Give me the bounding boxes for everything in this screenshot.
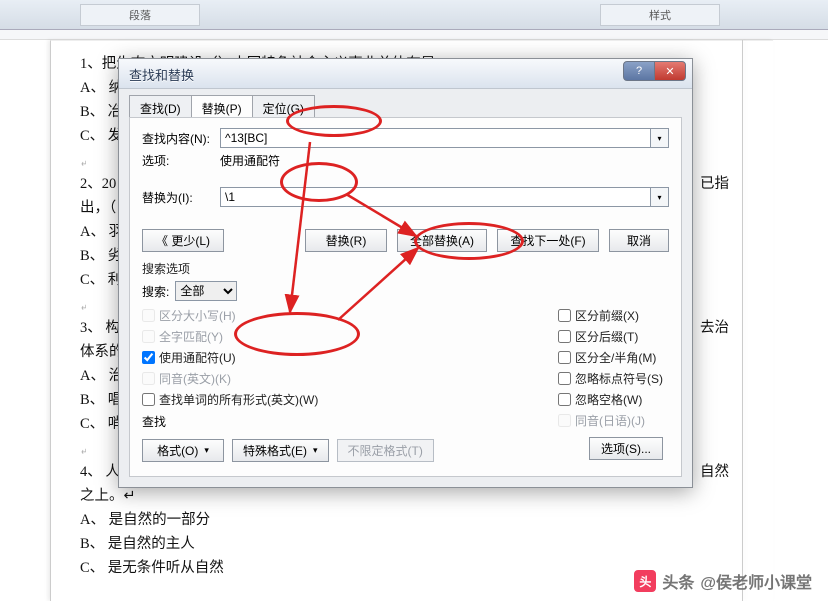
prefix-checkbox[interactable]: 区分前缀(X)	[558, 307, 663, 324]
document-text-line: B、 是自然的主人	[80, 532, 195, 553]
document-text-line: B、 劣	[80, 244, 122, 265]
ignore-punct-checkbox[interactable]: 忽略标点符号(S)	[558, 370, 663, 387]
whole-word-checkbox: 全字匹配(Y)	[142, 328, 318, 345]
document-page-right-edge	[742, 40, 743, 601]
document-text-line: 已指	[700, 172, 729, 193]
replace-all-button[interactable]: 全部替换(A)	[397, 229, 487, 252]
ruler	[0, 30, 828, 40]
watermark-handle: @侯老师小课堂	[700, 569, 812, 593]
document-text-line: 4、 人	[80, 460, 120, 481]
ribbon-bar: 段落 样式	[0, 0, 828, 30]
document-text-line: A、 纳	[80, 76, 123, 97]
document-text-line: ↵	[80, 299, 88, 316]
format-button[interactable]: 格式(O)	[142, 439, 224, 462]
replace-label: 替换为(I):	[142, 189, 220, 206]
find-next-button[interactable]: 查找下一处(F)	[497, 229, 599, 252]
help-button[interactable]: ?	[623, 61, 655, 81]
document-text-line: 去治	[700, 316, 729, 337]
replace-input[interactable]	[220, 187, 651, 207]
document-text-line: B、 唱	[80, 388, 122, 409]
full-half-checkbox[interactable]: 区分全/半角(M)	[558, 349, 663, 366]
suffix-checkbox[interactable]: 区分后缀(T)	[558, 328, 663, 345]
document-text-line: 体系的	[80, 340, 124, 361]
match-case-checkbox: 区分大小写(H)	[142, 307, 318, 324]
watermark-prefix: 头条	[662, 569, 694, 593]
all-forms-checkbox[interactable]: 查找单词的所有形式(英文)(W)	[142, 391, 318, 408]
replace-button[interactable]: 替换(R)	[305, 229, 387, 252]
replace-history-dropdown[interactable]: ▾	[651, 187, 669, 207]
less-button[interactable]: 《 更少(L)	[142, 229, 224, 252]
document-text-line: C、 利	[80, 268, 122, 289]
options-value: 使用通配符	[220, 152, 280, 169]
toutiao-logo-icon: 头	[634, 570, 656, 592]
wildcards-checkbox[interactable]: 使用通配符(U)	[142, 349, 318, 366]
document-text-line: 3、 构	[80, 316, 120, 337]
document-text-line: C、 是无条件听从自然	[80, 556, 224, 577]
document-text-line: A、 治	[80, 364, 123, 385]
find-history-dropdown[interactable]: ▾	[651, 128, 669, 148]
ribbon-section-styles: 样式	[600, 4, 720, 26]
find-label: 查找内容(N):	[142, 130, 220, 147]
options-button[interactable]: 选项(S)...	[589, 437, 663, 460]
document-text-line: ↵	[80, 155, 88, 172]
document-text-line: A、 羽	[80, 220, 123, 241]
options-label: 选项:	[142, 152, 220, 169]
dialog-title: 查找和替换	[129, 65, 194, 84]
ribbon-section-paragraph: 段落	[80, 4, 200, 26]
find-replace-dialog: 查找和替换 ? ✕ 查找(D) 替换(P) 定位(G) 查找内容(N): ▾ 选…	[118, 58, 693, 488]
watermark: 头 头条 @侯老师小课堂	[634, 569, 812, 593]
search-options-heading: 搜索选项	[142, 260, 669, 277]
document-text-line: ↵	[80, 443, 88, 460]
homophone-jp-checkbox: 同音(日语)(J)	[558, 412, 663, 429]
document-text-line: B、 冶	[80, 100, 122, 121]
document-text-line: C、 哨	[80, 412, 122, 433]
cancel-button[interactable]: 取消	[609, 229, 669, 252]
find-input[interactable]	[220, 128, 651, 148]
document-text-line: 2、20	[80, 172, 116, 193]
document-text-line: A、 是自然的一部分	[80, 508, 210, 529]
homophone-en-checkbox: 同音(英文)(K)	[142, 370, 318, 387]
document-text-line: C、 发	[80, 124, 122, 145]
document-text-line: 出，（	[80, 196, 116, 217]
close-button[interactable]: ✕	[654, 61, 686, 81]
dialog-panel: 查找内容(N): ▾ 选项: 使用通配符 替换为(I): ▾ 《 更少(L) 替…	[129, 117, 682, 477]
ignore-space-checkbox[interactable]: 忽略空格(W)	[558, 391, 663, 408]
search-scope-select[interactable]: 全部	[175, 281, 237, 301]
search-scope-label: 搜索:	[142, 283, 169, 300]
dialog-titlebar[interactable]: 查找和替换 ? ✕	[119, 59, 692, 89]
special-format-button[interactable]: 特殊格式(E)	[232, 439, 329, 462]
no-format-button: 不限定格式(T)	[337, 439, 434, 462]
document-text-line: 自然	[700, 460, 729, 481]
footer-find-label: 查找	[142, 413, 166, 430]
